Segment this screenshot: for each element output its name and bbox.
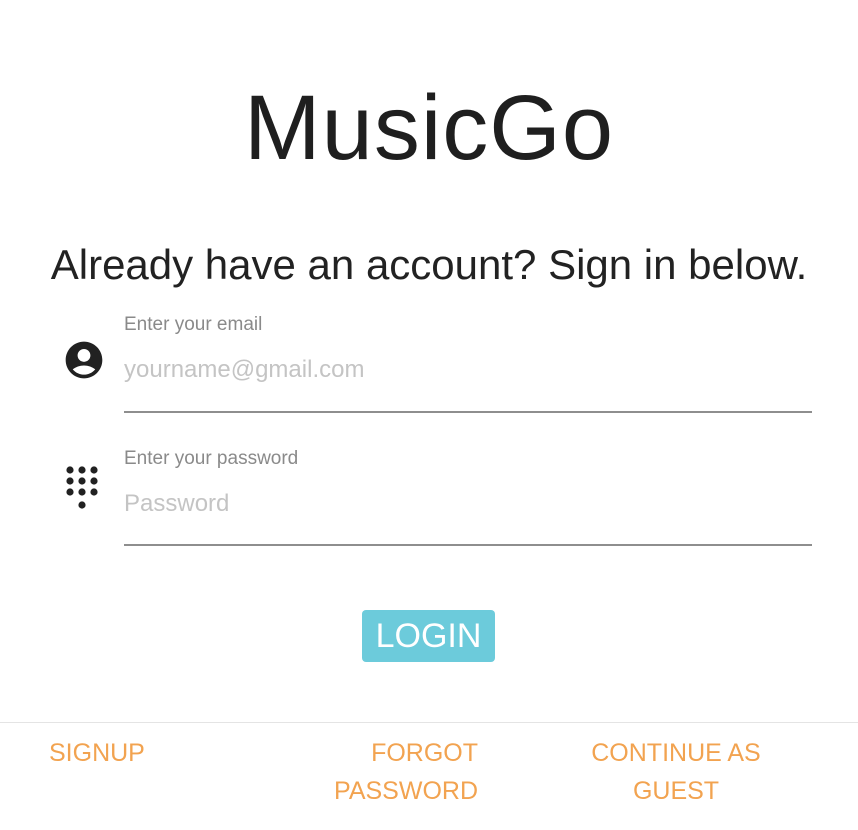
password-field-underline xyxy=(124,544,812,546)
account-circle-icon xyxy=(62,338,106,382)
continue-as-guest-link[interactable]: CONTINUE AS GUEST xyxy=(586,734,766,810)
login-button[interactable]: LOGIN xyxy=(362,610,495,662)
signup-link[interactable]: SIGNUP xyxy=(49,734,145,772)
email-field-label: Enter your email xyxy=(124,314,263,335)
password-field-label: Enter your password xyxy=(124,448,299,469)
password-field-group: Enter your password xyxy=(124,448,812,548)
sign-in-subtitle: Already have an account? Sign in below. xyxy=(50,241,808,288)
app-title: MusicGo xyxy=(244,77,614,179)
dialpad-icon xyxy=(62,464,102,516)
forgot-password-link[interactable]: FORGOT PASSWORD xyxy=(330,734,478,810)
email-field-group: Enter your email xyxy=(124,314,812,414)
footer-divider xyxy=(0,722,858,723)
email-input[interactable] xyxy=(124,352,812,388)
password-input[interactable] xyxy=(124,486,812,522)
email-field-underline xyxy=(124,411,812,413)
